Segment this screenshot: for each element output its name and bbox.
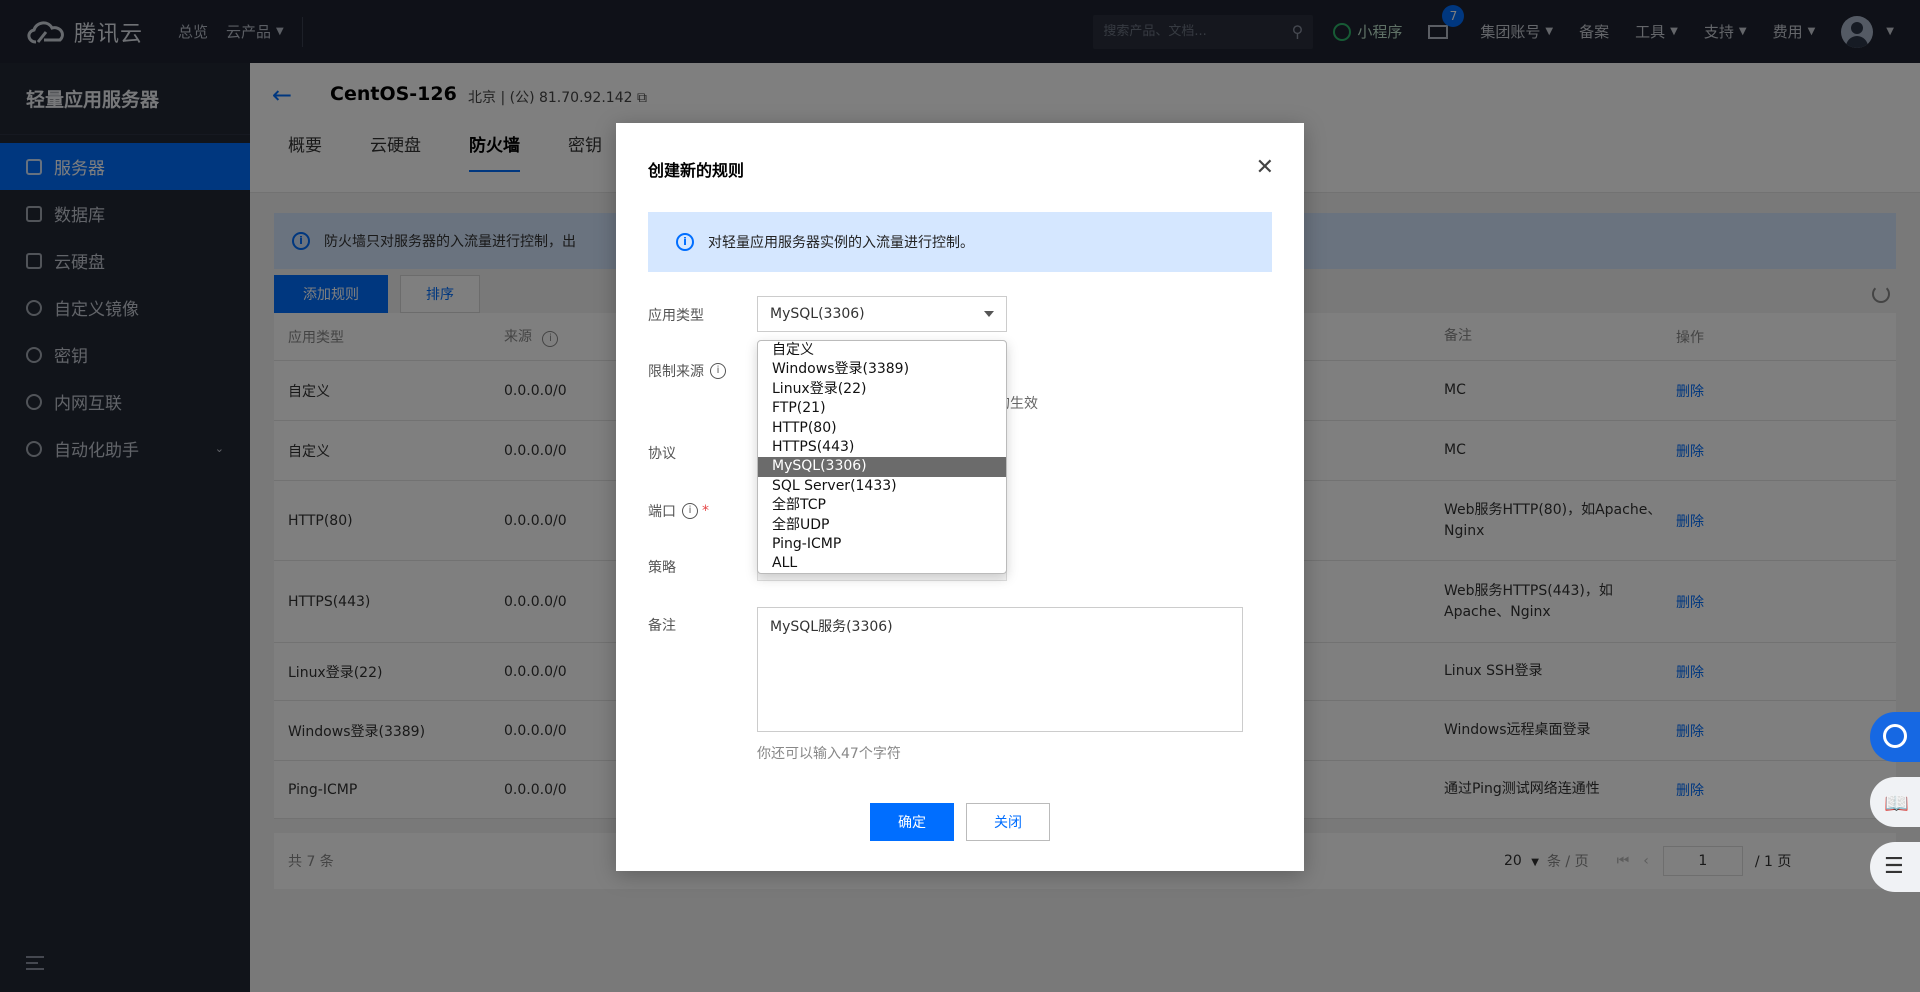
label-note: 备注 [648, 618, 676, 634]
dialog-notice-text: 对轻量应用服务器实例的入流量进行控制。 [708, 235, 974, 251]
close-button[interactable]: 关闭 [966, 803, 1050, 841]
label-port: 端口 i * [648, 501, 709, 521]
label-source: 限制来源 i [648, 361, 726, 381]
dropdown-option[interactable]: FTP(21) [758, 399, 1006, 418]
note-textarea[interactable]: MySQL服务(3306) [757, 607, 1243, 732]
dropdown-option[interactable]: Windows登录(3389) [758, 360, 1006, 379]
chevron-down-icon [984, 311, 994, 317]
app-type-dropdown: 自定义 Windows登录(3389) Linux登录(22) FTP(21) … [757, 340, 1007, 574]
create-rule-dialog: 创建新的规则 ✕ i 对轻量应用服务器实例的入流量进行控制。 应用类型 MySQ… [616, 123, 1304, 871]
info-icon: i [682, 503, 698, 519]
app-type-select[interactable]: MySQL(3306) [757, 296, 1007, 332]
confirm-button[interactable]: 确定 [870, 803, 954, 841]
label-source-text: 限制来源 [648, 364, 704, 380]
dropdown-option[interactable]: Ping-ICMP [758, 535, 1006, 554]
dropdown-option[interactable]: HTTPS(443) [758, 438, 1006, 457]
customer-service-button[interactable] [1870, 712, 1920, 762]
dialog-notice: i 对轻量应用服务器实例的入流量进行控制。 [648, 212, 1272, 272]
dropdown-option-selected[interactable]: MySQL(3306) [758, 457, 1006, 477]
list-icon: ☰ [1884, 854, 1904, 879]
menu-button[interactable]: ☰ [1870, 842, 1920, 892]
dropdown-option[interactable]: HTTP(80) [758, 419, 1006, 438]
dropdown-option[interactable]: ALL [758, 554, 1006, 573]
info-icon: i [710, 363, 726, 379]
label-port-text: 端口 [648, 504, 676, 520]
headset-icon [1883, 724, 1907, 748]
book-icon: 📖 [1884, 791, 1909, 815]
label-protocol: 协议 [648, 446, 676, 462]
label-app-type: 应用类型 [648, 308, 704, 324]
docs-button[interactable]: 📖 [1870, 777, 1920, 827]
info-icon: i [676, 233, 694, 251]
dropdown-option[interactable]: 自定义 [758, 341, 1006, 360]
label-policy: 策略 [648, 560, 676, 576]
dialog-title: 创建新的规则 [648, 161, 745, 180]
close-icon[interactable]: ✕ [1256, 155, 1274, 180]
app-type-value: MySQL(3306) [770, 306, 865, 322]
dropdown-option[interactable]: SQL Server(1433) [758, 477, 1006, 496]
char-count-helper: 你还可以输入47个字符 [757, 746, 901, 762]
dropdown-option[interactable]: 全部TCP [758, 496, 1006, 515]
dropdown-option[interactable]: 全部UDP [758, 516, 1006, 535]
dropdown-option[interactable]: Linux登录(22) [758, 380, 1006, 399]
required-mark: * [702, 503, 709, 519]
